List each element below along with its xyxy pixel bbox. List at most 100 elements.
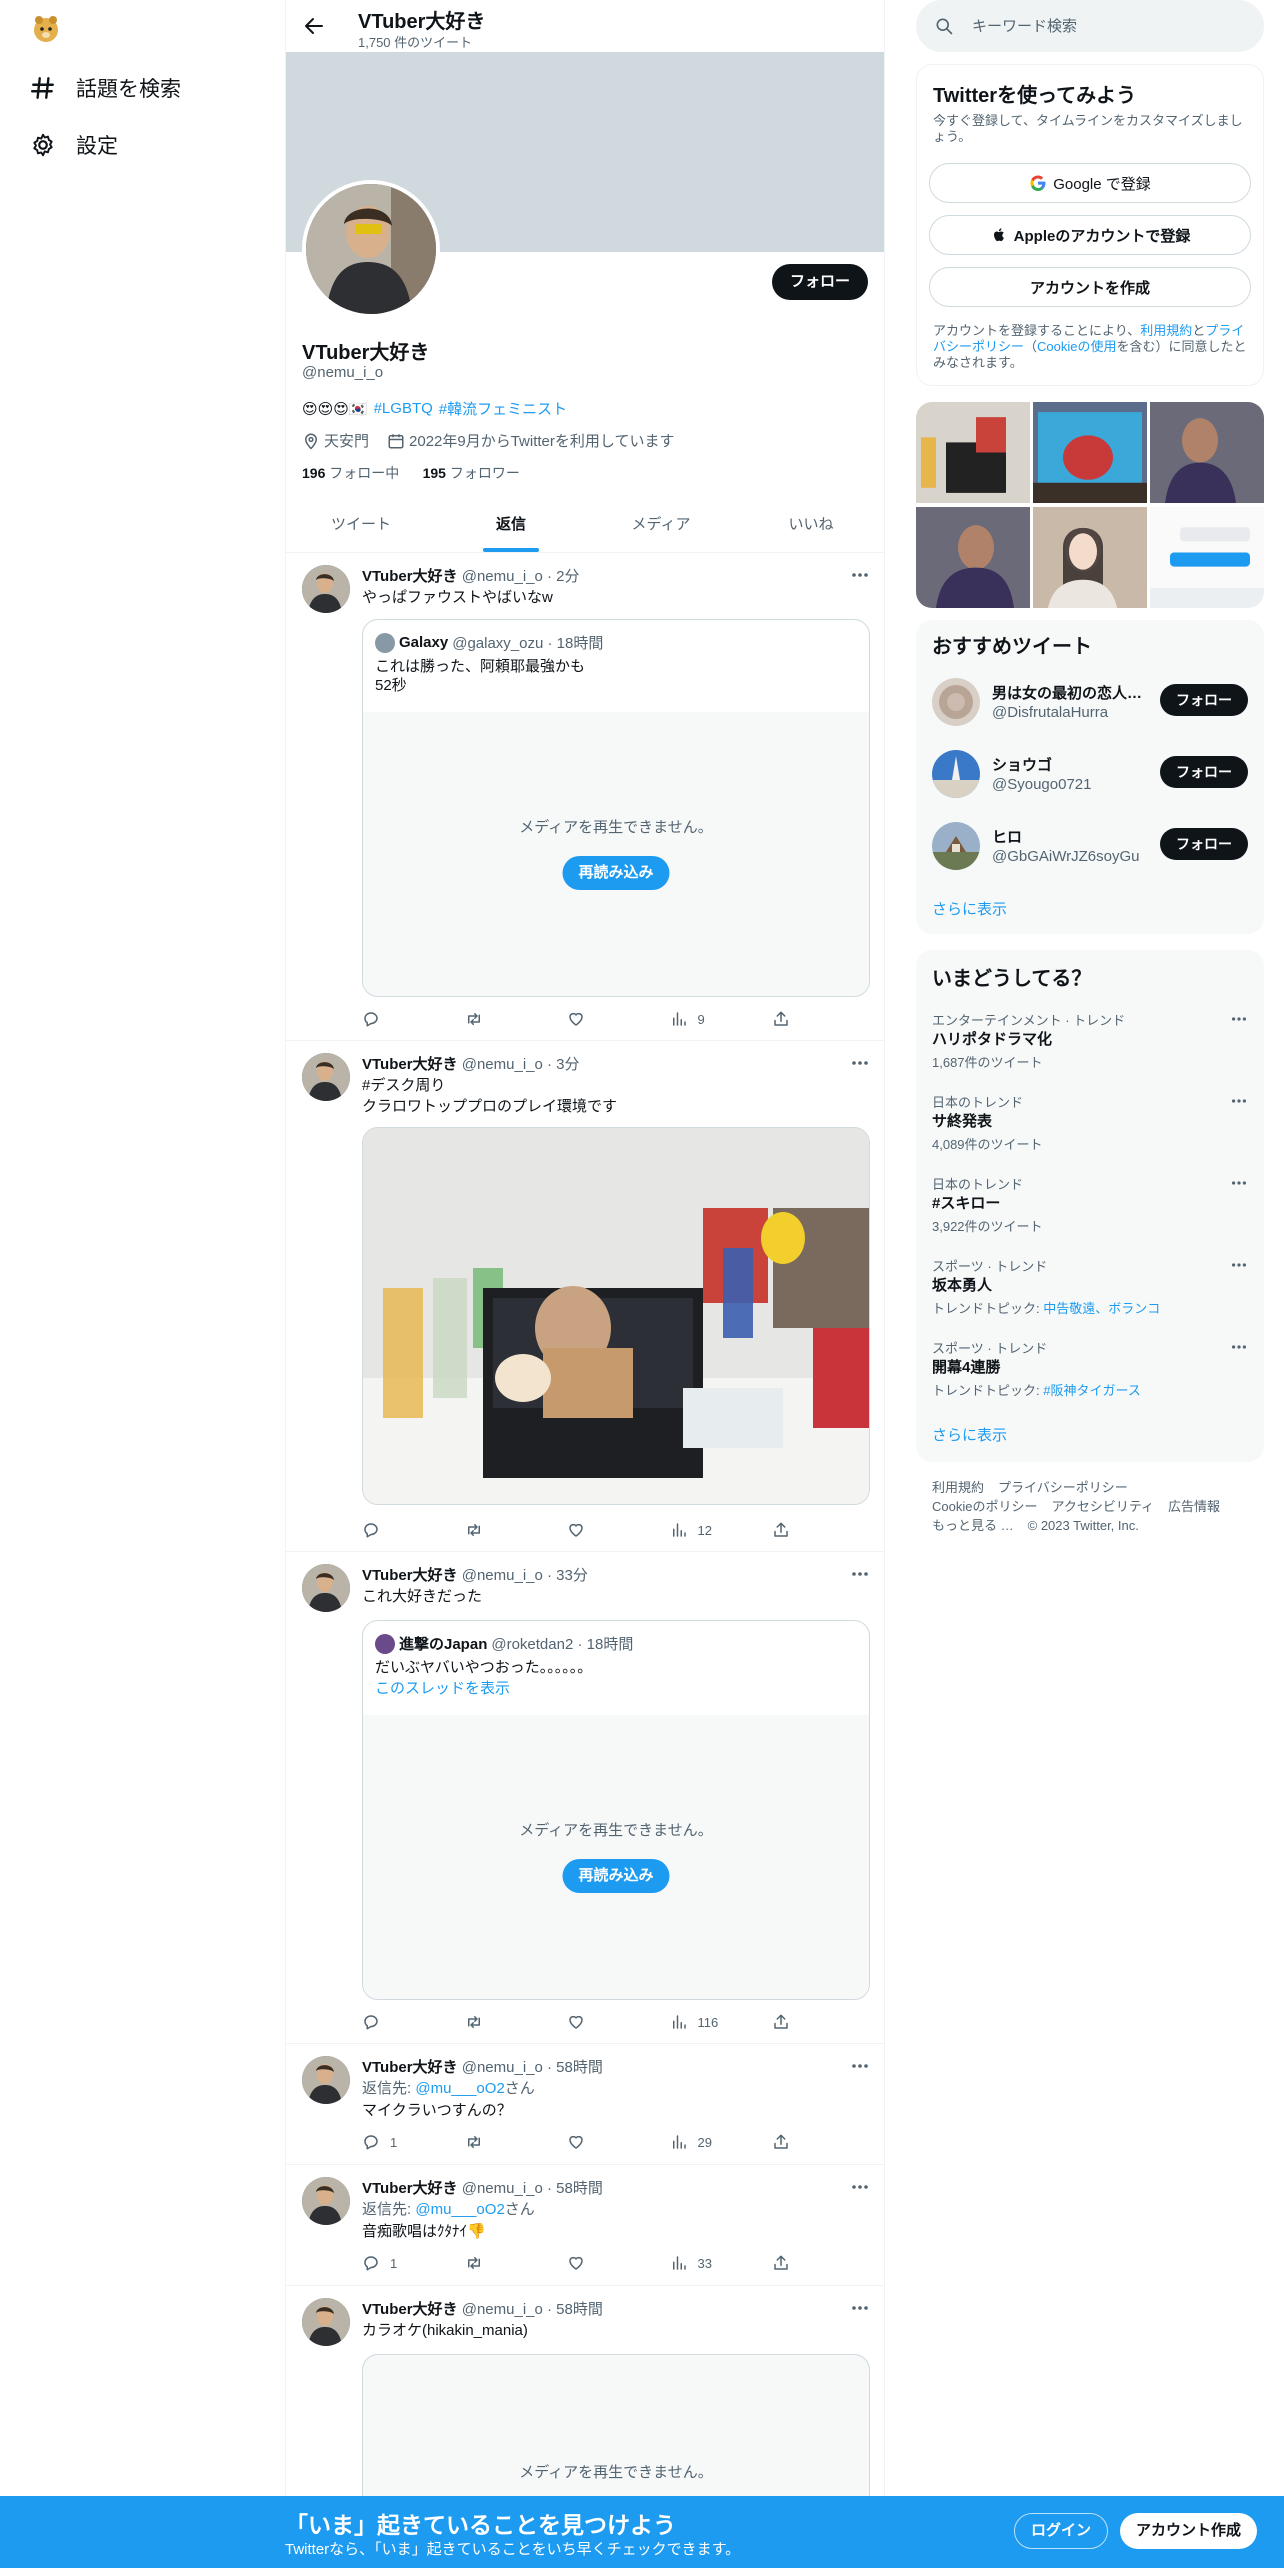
nav-settings[interactable]: 設定: [30, 127, 118, 163]
more-icon[interactable]: [1230, 1256, 1248, 1274]
reply-button[interactable]: 1: [362, 2254, 442, 2272]
more-icon[interactable]: [850, 2056, 870, 2076]
trend-item[interactable]: 日本のトレンド #スキロー 3,922件のツイート: [916, 1166, 1264, 1248]
more-icon[interactable]: [1230, 1174, 1248, 1192]
footer-link[interactable]: Cookieのポリシー: [932, 1497, 1037, 1516]
views-button[interactable]: 12: [670, 1521, 750, 1539]
reload-button[interactable]: 再読み込み: [562, 1859, 670, 1893]
create-account-button[interactable]: アカウントを作成: [929, 267, 1251, 307]
bio-hashtag-lgbtq[interactable]: #LGBTQ: [374, 400, 433, 417]
reply-to-link[interactable]: @mu___oO2: [415, 2201, 504, 2218]
search-bar[interactable]: [916, 0, 1264, 52]
like-button[interactable]: [567, 2133, 647, 2151]
views-button[interactable]: 33: [670, 2254, 750, 2272]
more-icon[interactable]: [1230, 1092, 1248, 1110]
gallery-photo[interactable]: [1033, 506, 1147, 609]
follow-button[interactable]: フォロー: [771, 264, 868, 300]
tweet-avatar[interactable]: [302, 2298, 350, 2346]
retweet-button[interactable]: [465, 2013, 545, 2031]
tweet-avatar[interactable]: [302, 2177, 350, 2225]
suggested-user[interactable]: ヒロ @GbGAiWrJZ6soyGu フォロー: [916, 810, 1264, 882]
like-button[interactable]: [567, 1521, 647, 1539]
tweet-author-name[interactable]: VTuber大好き: [362, 2301, 458, 2318]
nav-explore[interactable]: 話題を検索: [30, 70, 181, 106]
trend-item[interactable]: スポーツ · トレンド 坂本勇人 トレンドトピック: 中告敬遠、ボランコ: [916, 1248, 1264, 1330]
footer-link[interactable]: プライバシーポリシー: [998, 1478, 1128, 1497]
more-icon[interactable]: [850, 1053, 870, 1073]
tab-likes[interactable]: いいね: [736, 500, 884, 552]
tweet-author-name[interactable]: VTuber大好き: [362, 1567, 458, 1584]
back-arrow-icon[interactable]: [302, 14, 326, 38]
views-button[interactable]: 29: [670, 2133, 750, 2151]
footer-link[interactable]: アクセシビリティ: [1051, 1497, 1154, 1516]
footer-link[interactable]: もっと見る …: [932, 1516, 1014, 1535]
suggested-user[interactable]: 男は女の最初の恋人… @DisfrutalaHurra フォロー: [916, 666, 1264, 738]
terms-link[interactable]: 利用規約: [1140, 323, 1192, 338]
tab-replies[interactable]: 返信: [436, 500, 586, 552]
tab-media[interactable]: メディア: [586, 500, 736, 552]
search-input[interactable]: [972, 0, 1242, 52]
tweet-author-name[interactable]: VTuber大好き: [362, 568, 458, 585]
suggested-user[interactable]: ショウゴ @Syougo0721 フォロー: [916, 738, 1264, 810]
tweet[interactable]: VTuber大好き @nemu_i_o · 33分 これ大好きだった 進撃のJa…: [286, 1552, 884, 2044]
share-button[interactable]: [772, 1010, 792, 1028]
google-signup-button[interactable]: Google で登録: [929, 163, 1251, 203]
follow-button[interactable]: フォロー: [1160, 684, 1248, 716]
who-to-follow-show-more[interactable]: さらに表示: [932, 898, 1007, 919]
reply-button[interactable]: [362, 1521, 442, 1539]
gallery-photo[interactable]: [1150, 506, 1264, 608]
share-button[interactable]: [772, 2013, 792, 2031]
more-icon[interactable]: [850, 2177, 870, 2197]
gallery-photo[interactable]: [1033, 402, 1147, 504]
trend-item[interactable]: エンターテインメント · トレンド ハリポタドラマ化 1,687件のツイート: [916, 1002, 1264, 1084]
gallery-photo[interactable]: [1150, 402, 1264, 504]
show-thread-link[interactable]: このスレッドを表示: [363, 1677, 869, 1698]
retweet-button[interactable]: [465, 2254, 545, 2272]
tweet-author-name[interactable]: VTuber大好き: [362, 1056, 458, 1073]
quoted-tweet[interactable]: Galaxy @galaxy_ozu · 18時間 これは勝った、阿頼耶最強かも…: [362, 619, 870, 997]
more-icon[interactable]: [850, 1564, 870, 1584]
retweet-button[interactable]: [465, 1521, 545, 1539]
tab-tweets[interactable]: ツイート: [286, 500, 436, 552]
share-button[interactable]: [772, 1521, 792, 1539]
tweet[interactable]: VTuber大好き @nemu_i_o · 58時間 返信先: @mu___oO…: [286, 2165, 884, 2286]
like-button[interactable]: [567, 1010, 647, 1028]
more-icon[interactable]: [850, 2298, 870, 2318]
tweet-author-name[interactable]: VTuber大好き: [362, 2059, 458, 2076]
gallery-photo[interactable]: [916, 506, 1030, 609]
like-button[interactable]: [567, 2013, 647, 2031]
reply-button[interactable]: [362, 2013, 442, 2031]
more-icon[interactable]: [1230, 1338, 1248, 1356]
views-button[interactable]: 9: [670, 1010, 750, 1028]
follow-button[interactable]: フォロー: [1160, 756, 1248, 788]
trend-item[interactable]: 日本のトレンド サ終発表 4,089件のツイート: [916, 1084, 1264, 1166]
trend-topic-link[interactable]: 中告敬遠、ボランコ: [1043, 1301, 1160, 1316]
tweet-author-name[interactable]: VTuber大好き: [362, 2180, 458, 2197]
retweet-button[interactable]: [465, 2133, 545, 2151]
like-button[interactable]: [567, 2254, 647, 2272]
login-button[interactable]: ログイン: [1014, 2513, 1109, 2549]
trends-show-more[interactable]: さらに表示: [932, 1424, 1007, 1445]
following-link[interactable]: 196 フォロー中: [302, 465, 399, 481]
tweet-hashtag[interactable]: #デスク周り: [362, 1075, 445, 1096]
reply-button[interactable]: [362, 1010, 442, 1028]
profile-avatar[interactable]: [302, 180, 440, 318]
trend-item[interactable]: スポーツ · トレンド 開幕4連勝 トレンドトピック: #阪神タイガース: [916, 1330, 1264, 1412]
quoted-tweet[interactable]: 進撃のJapan @roketdan2 · 18時間 だいぶヤバいやつおった。。…: [362, 1620, 870, 2000]
reload-button[interactable]: 再読み込み: [562, 856, 670, 890]
reply-to-link[interactable]: @mu___oO2: [415, 2080, 504, 2097]
signup-button[interactable]: アカウント作成: [1120, 2513, 1258, 2549]
bio-hashtag-feminist[interactable]: #韓流フェミニスト: [439, 398, 567, 419]
tweet-avatar[interactable]: [302, 565, 350, 613]
tweet-photo[interactable]: [362, 1127, 870, 1505]
followers-link[interactable]: 195 フォロワー: [423, 465, 520, 481]
share-button[interactable]: [772, 2133, 792, 2151]
tweet[interactable]: VTuber大好き @nemu_i_o · 3分 #デスク周り クラロワトッププ…: [286, 1041, 884, 1552]
follow-button[interactable]: フォロー: [1160, 828, 1248, 860]
site-logo-icon[interactable]: [26, 8, 66, 48]
tweet[interactable]: VTuber大好き @nemu_i_o · 2分 やっぱファウストやばいなw G…: [286, 553, 884, 1041]
tweet-avatar[interactable]: [302, 2056, 350, 2104]
retweet-button[interactable]: [465, 1010, 545, 1028]
share-button[interactable]: [772, 2254, 792, 2272]
tweet-avatar[interactable]: [302, 1053, 350, 1101]
